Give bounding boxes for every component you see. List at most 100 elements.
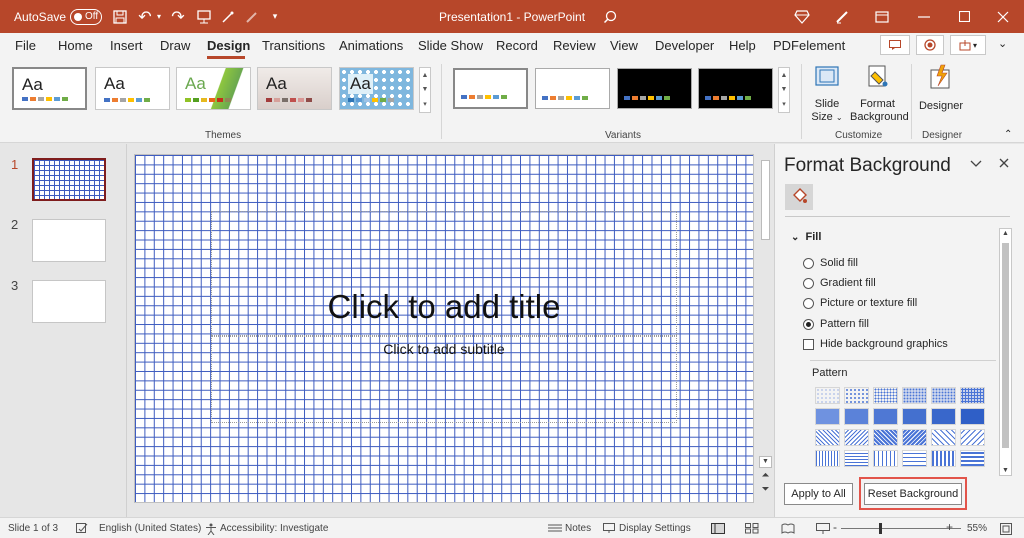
pen-icon[interactable]: [244, 0, 260, 33]
share-button[interactable]: ▾: [950, 35, 986, 55]
reading-view-icon[interactable]: [781, 523, 795, 537]
tab-review[interactable]: Review: [553, 38, 596, 53]
tab-file[interactable]: File: [15, 38, 36, 53]
tab-slide-show[interactable]: Slide Show: [418, 38, 483, 53]
pattern-swatch[interactable]: [873, 429, 898, 446]
theme-pattern[interactable]: Aa: [339, 67, 414, 110]
language-indicator[interactable]: English (United States): [99, 523, 201, 534]
pattern-fill-option[interactable]: Pattern fill: [803, 318, 869, 330]
pattern-swatch[interactable]: [873, 387, 898, 404]
format-background-button[interactable]: Format Background: [850, 64, 909, 124]
variants-gallery-scroll[interactable]: ▲ ▼ ▾: [778, 67, 790, 113]
chevron-up-icon[interactable]: ▲: [781, 72, 788, 79]
pattern-swatch[interactable]: [960, 429, 985, 446]
hide-background-graphics-checkbox[interactable]: [803, 338, 814, 350]
variant-2[interactable]: [535, 68, 610, 109]
scroll-down-icon[interactable]: ▼: [759, 456, 772, 468]
pattern-swatch[interactable]: [873, 408, 898, 425]
search-icon[interactable]: [602, 0, 618, 33]
pen-edit-icon[interactable]: [834, 0, 850, 33]
pattern-swatch[interactable]: [931, 429, 956, 446]
designer-button[interactable]: Designer: [916, 64, 966, 113]
slide-sorter-icon[interactable]: [745, 523, 759, 537]
theme-office[interactable]: Aa: [12, 67, 87, 110]
more-icon[interactable]: ▾: [782, 100, 786, 108]
pattern-swatch[interactable]: [815, 408, 840, 425]
variant-1[interactable]: [453, 68, 528, 109]
pattern-swatch[interactable]: [815, 429, 840, 446]
tab-animations[interactable]: Animations: [339, 38, 403, 53]
picture-fill-radio[interactable]: [803, 297, 814, 309]
pane-scrollbar-thumb[interactable]: [1002, 243, 1009, 448]
diamond-icon[interactable]: [794, 0, 810, 33]
accessibility-icon[interactable]: [205, 523, 217, 538]
undo-dropdown-icon[interactable]: ▾: [155, 0, 163, 33]
customize-toolbar-dropdown-icon[interactable]: ▾: [270, 0, 280, 33]
zoom-out-button[interactable]: -: [833, 520, 837, 534]
tab-pdfelement[interactable]: PDFelement: [773, 38, 845, 53]
display-settings-button[interactable]: Display Settings: [619, 523, 691, 534]
solid-fill-radio[interactable]: [803, 257, 814, 269]
display-settings-icon[interactable]: [603, 523, 615, 537]
picture-fill-option[interactable]: Picture or texture fill: [803, 297, 917, 309]
save-icon[interactable]: [112, 0, 128, 33]
subtitle-placeholder[interactable]: Click to add subtitle: [211, 335, 677, 423]
presenter-icon[interactable]: [196, 0, 212, 33]
scrollbar-thumb[interactable]: [761, 160, 770, 240]
zoom-in-button[interactable]: +: [946, 520, 953, 534]
collapse-ribbon-icon[interactable]: ⌃: [1004, 129, 1012, 140]
slide-size-button[interactable]: Slide Size ⌄: [808, 64, 846, 124]
pattern-swatch[interactable]: [931, 387, 956, 404]
maximize-icon[interactable]: [954, 0, 974, 33]
gradient-fill-radio[interactable]: [803, 277, 814, 289]
redo-icon[interactable]: ↷: [170, 0, 186, 33]
pattern-swatch[interactable]: [815, 387, 840, 404]
more-icon[interactable]: ▾: [423, 100, 427, 108]
apply-to-all-button[interactable]: Apply to All: [784, 483, 853, 505]
pane-scrollbar[interactable]: ▲ ▼: [999, 228, 1012, 476]
pattern-swatch[interactable]: [815, 450, 840, 467]
solid-fill-option[interactable]: Solid fill: [803, 257, 858, 269]
ribbon-expand-icon[interactable]: ⌄: [998, 37, 1007, 50]
notes-icon[interactable]: [548, 523, 562, 536]
gradient-fill-option[interactable]: Gradient fill: [803, 277, 876, 289]
theme-ion[interactable]: Aa: [257, 67, 332, 110]
pattern-swatch[interactable]: [960, 408, 985, 425]
pattern-fill-radio[interactable]: [803, 318, 814, 330]
theme-facet[interactable]: Aa: [176, 67, 251, 110]
tab-record[interactable]: Record: [496, 38, 538, 53]
zoom-slider[interactable]: [841, 523, 961, 534]
pane-options-chevron-icon[interactable]: [970, 156, 982, 171]
pattern-swatch[interactable]: [844, 387, 869, 404]
magic-wand-icon[interactable]: [220, 0, 236, 33]
autosave-toggle[interactable]: Off: [70, 0, 102, 33]
slideshow-icon[interactable]: [816, 523, 830, 537]
slide-thumbnail-1[interactable]: [32, 158, 106, 201]
pattern-swatch[interactable]: [844, 450, 869, 467]
canvas-scrollbar[interactable]: ▼ ⏶ ⏷: [759, 154, 772, 503]
slide-thumbnail-2[interactable]: [32, 219, 106, 262]
tab-developer[interactable]: Developer: [655, 38, 714, 53]
pattern-swatch[interactable]: [931, 408, 956, 425]
pane-close-icon[interactable]: [999, 156, 1009, 171]
pattern-swatch[interactable]: [931, 450, 956, 467]
zoom-slider-knob[interactable]: [879, 523, 882, 534]
tab-draw[interactable]: Draw: [160, 38, 190, 53]
minimize-icon[interactable]: [914, 0, 934, 33]
fit-to-window-icon[interactable]: [1000, 523, 1012, 538]
pattern-swatch[interactable]: [902, 408, 927, 425]
slide-thumbnail-3[interactable]: [32, 280, 106, 323]
normal-view-icon[interactable]: [711, 523, 725, 537]
chevron-down-icon[interactable]: ▼: [781, 86, 788, 93]
scroll-down-icon[interactable]: ▼: [1000, 467, 1011, 474]
slide-canvas[interactable]: Click to add title Click to add subtitle: [134, 154, 754, 503]
pattern-swatch[interactable]: [960, 387, 985, 404]
pattern-swatch[interactable]: [902, 429, 927, 446]
comments-button[interactable]: [880, 35, 910, 55]
fill-category-tab[interactable]: [785, 184, 813, 210]
pattern-swatch[interactable]: [902, 450, 927, 467]
record-button[interactable]: [916, 35, 944, 55]
accessibility-status[interactable]: Accessibility: Investigate: [220, 523, 328, 534]
tab-help[interactable]: Help: [729, 38, 756, 53]
tab-home[interactable]: Home: [58, 38, 93, 53]
